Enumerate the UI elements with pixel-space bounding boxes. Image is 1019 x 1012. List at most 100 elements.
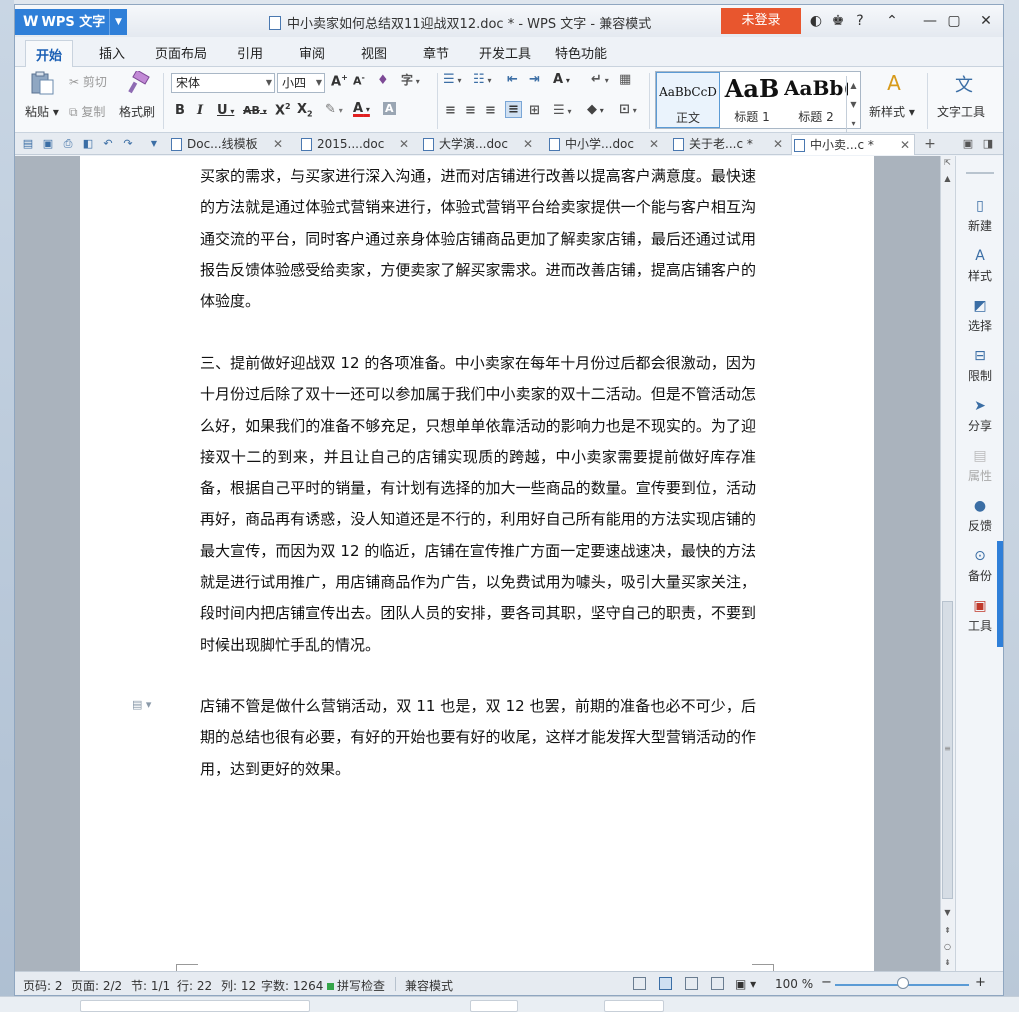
new-style-icon[interactable]: A xyxy=(881,71,907,95)
paragraph-1[interactable]: 买家的需求，与买家进行深入沟通，进而对店铺进行改善以提高客户满意度。最快速的方法… xyxy=(200,161,756,317)
doc-tab-2[interactable]: 2015....doc ✕ xyxy=(299,134,411,155)
tab-chapter[interactable]: 章节 xyxy=(423,43,449,62)
doc-tab-3[interactable]: 大学演...doc ✕ xyxy=(421,134,535,155)
status-spell-check[interactable]: 拼写检查 xyxy=(327,977,385,994)
task-style-button[interactable]: A 样式 xyxy=(956,248,1004,284)
char-shading-icon[interactable]: A xyxy=(383,102,396,115)
status-pages[interactable]: 页面: 2/2 xyxy=(71,977,122,994)
task-share-button[interactable]: ➤ 分享 xyxy=(956,398,1004,434)
task-new-button[interactable]: ▯ 新建 xyxy=(956,198,1004,234)
redo-icon[interactable]: ↷ xyxy=(121,137,135,151)
task-restrict-button[interactable]: ⊟ 限制 xyxy=(956,348,1004,384)
scroll-up-icon[interactable]: ▲ xyxy=(941,174,954,183)
zoom-level[interactable]: 100 % xyxy=(775,977,813,991)
strikethrough-icon[interactable]: AB ▾ xyxy=(243,104,267,117)
status-page-number[interactable]: 页码: 2 xyxy=(23,977,63,994)
task-properties-button[interactable]: ▤ 属性 xyxy=(956,448,1004,484)
paragraph-handle-icon[interactable]: ▤ ▾ xyxy=(132,698,151,711)
minimize-icon[interactable]: — xyxy=(919,11,941,31)
web-view-icon[interactable] xyxy=(711,977,724,990)
doc-tab-4[interactable]: 中小学...doc ✕ xyxy=(547,134,661,155)
justify-icon[interactable]: ≡ xyxy=(505,101,522,118)
new-tab-plus-icon[interactable]: + xyxy=(923,137,937,151)
task-feedback-button[interactable]: ● 反馈 xyxy=(956,498,1004,534)
tab-special[interactable]: 特色功能 xyxy=(555,43,607,62)
numbering-icon[interactable]: ☷ ▾ xyxy=(473,72,491,87)
style-heading-1[interactable]: AaB 标题 1 xyxy=(720,72,784,128)
zoom-slider-knob[interactable] xyxy=(897,977,909,989)
format-painter-icon[interactable] xyxy=(125,69,151,95)
task-select-button[interactable]: ◩ 选择 xyxy=(956,298,1004,334)
prev-page-icon[interactable]: ⇞ xyxy=(941,926,954,935)
close-tab-icon[interactable]: ✕ xyxy=(900,135,910,156)
superscript-icon[interactable]: X2 xyxy=(275,102,291,118)
font-color-icon[interactable]: A ▾ xyxy=(353,101,370,116)
table-icon[interactable]: ▦ xyxy=(619,72,631,87)
decrease-indent-icon[interactable]: ⇤ xyxy=(507,72,518,87)
subscript-icon[interactable]: X2 xyxy=(297,102,313,119)
reading-mode-icon[interactable]: ▣ ▾ xyxy=(735,977,756,991)
bold-icon[interactable]: B xyxy=(175,103,185,118)
bullets-icon[interactable]: ☰ ▾ xyxy=(443,72,461,87)
line-spacing-icon[interactable]: ☰ ▾ xyxy=(553,103,571,118)
fullscreen-view-icon[interactable] xyxy=(633,977,646,990)
print-preview-icon[interactable]: ◧ xyxy=(81,137,95,151)
cut-button[interactable]: ✂ 剪切 xyxy=(69,73,107,90)
copy-button[interactable]: ⧉ 复制 xyxy=(69,103,105,120)
shading-icon[interactable]: ◆ ▾ xyxy=(587,102,604,117)
highlight-icon[interactable]: ✎ ▾ xyxy=(325,102,343,117)
tab-menu-icon[interactable]: ◨ xyxy=(981,137,995,151)
close-icon[interactable]: ✕ xyxy=(975,11,997,31)
text-tools-button[interactable]: 文字工具 xyxy=(937,103,985,120)
increase-indent-icon[interactable]: ⇥ xyxy=(529,72,540,87)
close-tab-icon[interactable]: ✕ xyxy=(649,134,659,155)
phonetic-icon[interactable]: 字 ▾ xyxy=(401,71,420,88)
tab-developer[interactable]: 开发工具 xyxy=(479,43,531,62)
print-icon[interactable]: ⎙ xyxy=(61,137,75,151)
style-heading-2[interactable]: AaBb( 标题 2 xyxy=(784,72,848,128)
paragraph-mark-icon[interactable]: ↵ ▾ xyxy=(591,72,609,87)
open-icon[interactable]: ▤ xyxy=(21,137,35,151)
login-button[interactable]: 未登录 xyxy=(721,8,801,34)
paste-button[interactable]: 粘贴 ▾ xyxy=(25,103,59,120)
shrink-font-icon[interactable]: A- xyxy=(353,73,365,88)
style-normal[interactable]: AaBbCcD 正文 xyxy=(656,72,720,128)
browse-object-icon[interactable]: ○ xyxy=(941,942,954,951)
italic-icon[interactable]: I xyxy=(197,103,203,118)
borders-icon[interactable]: ⊡ ▾ xyxy=(619,102,637,117)
tab-page-layout[interactable]: 页面布局 xyxy=(155,43,207,62)
tab-home[interactable]: 开始 xyxy=(25,40,74,68)
tab-review[interactable]: 审阅 xyxy=(299,43,325,62)
close-tab-icon[interactable]: ✕ xyxy=(773,134,783,155)
text-tools-icon[interactable]: 文 xyxy=(951,71,977,96)
vertical-scrollbar[interactable]: ⇱ ▲ ≡ ▼ ⇞ ○ ⇟ xyxy=(940,156,954,971)
scroll-top-icon[interactable]: ⇱ xyxy=(941,158,954,167)
chevron-down-icon[interactable]: ▼ xyxy=(109,9,127,35)
customize-chevron-icon[interactable]: ▼ xyxy=(147,137,161,151)
skin-icon[interactable]: ◐ xyxy=(805,11,827,31)
change-case-icon[interactable]: A ▾ xyxy=(553,72,570,87)
distribute-icon[interactable]: ⊞ xyxy=(529,103,540,118)
paste-icon[interactable] xyxy=(29,71,55,95)
align-center-icon[interactable]: ≡ xyxy=(465,103,476,118)
format-painter-button[interactable]: 格式刷 xyxy=(119,103,155,120)
align-right-icon[interactable]: ≡ xyxy=(485,103,496,118)
scroll-down-icon[interactable]: ▼ xyxy=(941,908,954,917)
help-icon[interactable]: ? xyxy=(849,11,871,31)
collapse-ribbon-icon[interactable]: ⌃ xyxy=(881,11,903,31)
page-view-icon[interactable] xyxy=(659,977,672,990)
doc-tab-5[interactable]: 关于老...c * ✕ xyxy=(671,134,785,155)
zoom-in-icon[interactable]: + xyxy=(975,975,986,990)
doc-tab-1[interactable]: Doc...线模板 ✕ xyxy=(169,134,285,155)
maximize-icon[interactable]: ▢ xyxy=(943,11,965,31)
undo-icon[interactable]: ↶ xyxy=(101,137,115,151)
document-page[interactable]: 买家的需求，与买家进行深入沟通，进而对店铺进行改善以提高客户满意度。最快速的方法… xyxy=(80,156,874,971)
clear-format-icon[interactable]: ♦ xyxy=(377,73,389,88)
tab-list-icon[interactable]: ▣ xyxy=(961,137,975,151)
close-tab-icon[interactable]: ✕ xyxy=(273,134,283,155)
tab-insert[interactable]: 插入 xyxy=(99,43,125,62)
grow-font-icon[interactable]: A+ xyxy=(331,73,348,89)
zoom-out-icon[interactable]: − xyxy=(821,975,832,990)
font-size-select[interactable]: 小四 ▼ xyxy=(277,73,325,93)
doc-tab-6-active[interactable]: 中小卖...c * ✕ xyxy=(791,134,915,155)
